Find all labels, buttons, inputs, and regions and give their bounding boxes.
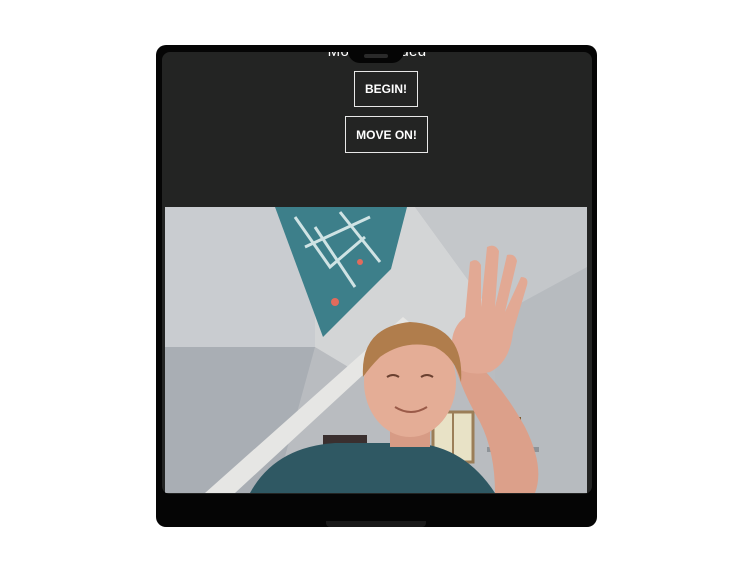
begin-button[interactable]: BEGIN! [354,71,418,107]
webcam-frame-illustration [165,207,587,493]
webcam-video-feed [165,207,587,493]
app-screen: Model Loaded BEGIN! MOVE ON! [162,52,592,494]
move-on-button[interactable]: MOVE ON! [345,116,428,153]
speaker-grille [364,54,388,58]
phone-bottom-bezel [326,521,426,527]
